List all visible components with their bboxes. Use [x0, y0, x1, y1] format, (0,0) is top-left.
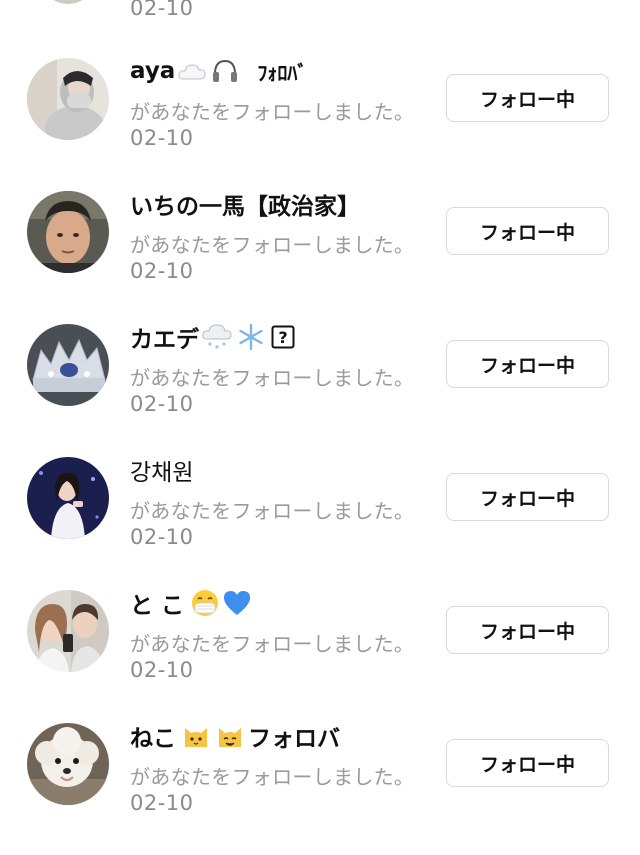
snow-cloud-icon — [201, 323, 233, 351]
following-button[interactable]: フォロー中 — [446, 340, 609, 388]
list-item[interactable]: ねこ フォロバ があなたをフォローしました。 02-10 フォロー中 — [0, 723, 640, 855]
notification-message: があなたをフォローしました。 — [130, 632, 415, 656]
list-item[interactable]: カエデ ? があなたをフォローしました。 02-10 フォロー中 — [0, 323, 640, 457]
user-name-text: カエデ — [130, 327, 199, 353]
cat-face-icon — [216, 722, 244, 750]
cat-face-icon — [182, 722, 210, 750]
notification-date: 02-10 — [130, 525, 194, 549]
user-name[interactable]: いちの一馬【政治家】 — [130, 187, 360, 221]
user-name-text: ねこ — [130, 726, 176, 752]
svg-text:?: ? — [278, 328, 287, 347]
notification-message: があなたをフォローしました。 — [130, 499, 415, 523]
list-item[interactable]: aya ﾌｫﾛﾊﾞ があなたをフォローしました。 02-10 フォロー中 — [0, 58, 640, 191]
avatar[interactable] — [27, 723, 109, 805]
notification-message: があなたをフォローしました。 — [130, 233, 415, 257]
notification-date: 02-10 — [130, 126, 194, 150]
following-button[interactable]: フォロー中 — [446, 473, 609, 521]
snowflake-icon — [237, 323, 265, 351]
user-name-text: 강채원 — [130, 460, 194, 486]
user-name[interactable]: 강채원 — [130, 453, 193, 487]
avatar[interactable] — [27, 324, 109, 406]
list-item[interactable]: 강채원 があなたをフォローしました。 02-10 フォロー中 — [0, 457, 640, 590]
user-name[interactable]: aya ﾌｫﾛﾊﾞ — [130, 54, 307, 88]
notification-date: 02-10 — [130, 791, 194, 815]
following-button[interactable]: フォロー中 — [446, 74, 609, 122]
following-button[interactable]: フォロー中 — [446, 606, 609, 654]
blue-heart-icon — [222, 589, 252, 617]
avatar[interactable] — [27, 457, 109, 539]
avatar[interactable] — [27, 58, 109, 140]
notification-message: があなたをフォローしました。 — [130, 765, 415, 789]
list-item[interactable]: いちの一馬【政治家】 があなたをフォローしました。 02-10 フォロー中 — [0, 191, 640, 324]
avatar[interactable] — [27, 590, 109, 672]
cloud-icon — [177, 59, 207, 83]
user-name-text: いちの一馬【政治家】 — [130, 194, 360, 220]
mask-face-icon — [190, 588, 220, 618]
notification-date: 02-10 — [130, 0, 194, 20]
user-name[interactable]: ねこ フォロバ — [130, 719, 340, 753]
notification-date: 02-10 — [130, 392, 194, 416]
notification-list: 02-10 aya ﾌｫﾛﾊﾞ があなたをフォローしました。 02-10 フォロ… — [0, 0, 640, 855]
user-name[interactable]: カエデ ? — [130, 320, 295, 354]
user-name-suffix: ﾌｫﾛﾊﾞ — [257, 60, 308, 85]
list-item[interactable]: と こ があなたをフォローしました。 02-10 フォロー中 — [0, 590, 640, 723]
headphones-icon — [211, 58, 239, 84]
unknown-char-icon: ? — [271, 325, 295, 349]
user-name-text: と こ — [130, 593, 185, 619]
notification-date: 02-10 — [130, 658, 194, 682]
avatar[interactable] — [27, 191, 109, 273]
following-button[interactable]: フォロー中 — [446, 739, 609, 787]
user-name[interactable]: と こ — [130, 586, 252, 620]
notification-message: があなたをフォローしました。 — [130, 100, 415, 124]
following-button[interactable]: フォロー中 — [446, 207, 609, 255]
user-name-suffix: フォロバ — [248, 726, 340, 752]
avatar[interactable] — [43, 0, 93, 4]
notification-date: 02-10 — [130, 259, 194, 283]
user-name-text: aya — [130, 58, 176, 84]
notification-message: があなたをフォローしました。 — [130, 366, 415, 390]
